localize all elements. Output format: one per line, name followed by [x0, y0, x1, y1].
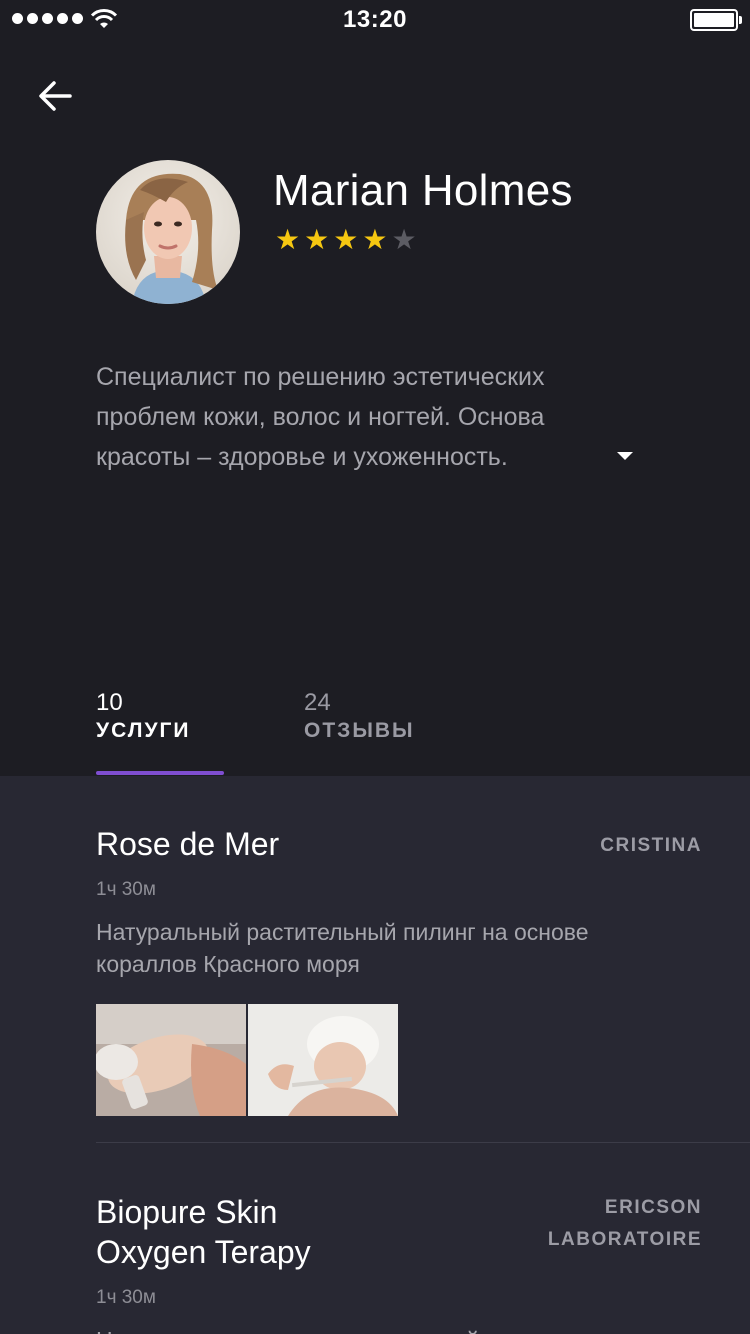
- star-icon: ★: [333, 224, 359, 255]
- tab-reviews-count: 24: [304, 689, 331, 716]
- profile-name: Marian Holmes: [273, 166, 573, 215]
- profile-bio: Специалист по решению эстетических пробл…: [96, 363, 545, 471]
- tab-reviews-label: ОТЗЫВЫ: [304, 719, 415, 742]
- service-photos: [96, 1004, 750, 1116]
- service-vendor: ERICSON LABORATOIRE: [547, 1197, 702, 1250]
- back-arrow-icon[interactable]: [34, 74, 78, 118]
- status-time: 13:20: [343, 6, 407, 33]
- divider: [96, 1142, 750, 1143]
- service-title: Biopure Skin Oxygen Terapy: [96, 1194, 311, 1270]
- tab-active-indicator: [96, 771, 224, 775]
- service-description: Натуральный растительный пилинг на основ…: [96, 919, 589, 977]
- rating-stars: ★ ★ ★ ★ ★: [275, 225, 417, 255]
- tab-services[interactable]: 10 УСЛУГИ: [96, 688, 191, 744]
- battery-icon: [690, 9, 742, 31]
- service-duration: 1ч 30м: [96, 879, 156, 900]
- tab-services-label: УСЛУГИ: [96, 719, 191, 742]
- star-icon: ★: [304, 224, 330, 255]
- tab-reviews[interactable]: 24 ОТЗЫВЫ: [304, 688, 415, 744]
- star-icon: ★: [275, 224, 301, 255]
- service-duration: 1ч 30м: [96, 1287, 156, 1308]
- chevron-down-icon[interactable]: [612, 446, 638, 466]
- service-photo[interactable]: [248, 1004, 398, 1116]
- tab-services-count: 10: [96, 689, 123, 716]
- service-vendor: CRISTINA: [600, 835, 702, 856]
- star-icon: ★: [362, 224, 388, 255]
- avatar: [96, 160, 240, 304]
- service-photo[interactable]: [96, 1004, 246, 1116]
- service-description: Насыщение кожи кислородом и нейтрализаци…: [96, 1324, 666, 1334]
- service-card-biopure[interactable]: Biopure Skin Oxygen Terapy ERICSON LABOR…: [96, 1192, 750, 1334]
- services-list: Rose de Mer CRISTINA 1ч 30м Натуральный …: [0, 776, 750, 1334]
- status-bar: 13:20: [0, 0, 750, 40]
- star-empty-icon: ★: [391, 224, 417, 255]
- service-card-rose-de-mer[interactable]: Rose de Mer CRISTINA 1ч 30м Натуральный …: [96, 824, 750, 1116]
